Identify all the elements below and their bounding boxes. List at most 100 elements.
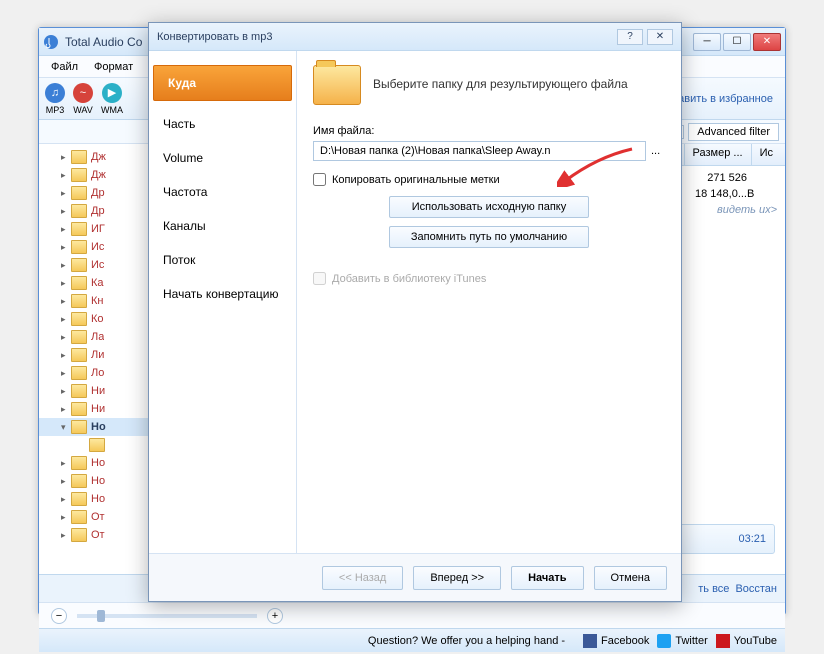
col-size[interactable]: Размер ... <box>684 144 751 165</box>
remember-path-button[interactable]: Запомнить путь по умолчанию <box>389 226 589 248</box>
folder-icon <box>71 222 87 236</box>
dialog-close-button[interactable]: ✕ <box>647 29 673 45</box>
tree-arrow-icon: ▾ <box>61 422 71 433</box>
twitter-icon <box>657 634 671 648</box>
start-button[interactable]: Начать <box>511 566 583 590</box>
social-youtube[interactable]: YouTube <box>716 634 777 648</box>
folder-icon <box>71 474 87 488</box>
dialog-nav-item[interactable]: Начать конвертацию <box>149 277 296 311</box>
menu-format[interactable]: Формат <box>86 58 141 76</box>
zoom-in-button[interactable]: + <box>267 608 283 624</box>
cancel-button[interactable]: Отмена <box>594 566 667 590</box>
dialog-nav-item[interactable]: Часть <box>149 107 296 141</box>
tree-arrow-icon: ▸ <box>61 404 71 415</box>
folder-icon <box>71 510 87 524</box>
restore-link[interactable]: Восстан <box>735 583 777 595</box>
tree-label: Ло <box>91 367 104 379</box>
tree-arrow-icon: ▸ <box>61 476 71 487</box>
back-button[interactable]: << Назад <box>322 566 403 590</box>
dialog-content: Выберите папку для результирующего файла… <box>297 51 681 553</box>
format-wav[interactable]: ~WAV <box>73 83 93 115</box>
social-facebook[interactable]: Facebook <box>583 634 649 648</box>
folder-icon <box>313 65 361 105</box>
folder-icon <box>71 294 87 308</box>
select-all-link[interactable]: ть все <box>698 583 729 595</box>
copy-tags-checkbox[interactable]: Копировать оригинальные метки <box>313 173 665 186</box>
facebook-icon <box>583 634 597 648</box>
zoom-bar: − + <box>39 602 785 628</box>
tree-label: Но <box>91 421 106 433</box>
menu-file[interactable]: Файл <box>43 58 86 76</box>
close-button[interactable]: ✕ <box>753 33 781 51</box>
add-favorite-link[interactable]: авить в избранное <box>672 93 779 105</box>
tree-arrow-icon: ▸ <box>61 386 71 397</box>
maximize-button[interactable]: ☐ <box>723 33 751 51</box>
social-twitter[interactable]: Twitter <box>657 634 707 648</box>
dialog-nav: Куда ЧастьVolumeЧастотаКаналыПотокНачать … <box>149 51 297 553</box>
tree-arrow-icon: ▸ <box>61 314 71 325</box>
tree-label: От <box>91 511 105 523</box>
folder-icon <box>71 312 87 326</box>
help-text: Question? We offer you a helping hand - <box>47 635 575 647</box>
forward-button[interactable]: Вперед >> <box>413 566 501 590</box>
folder-icon <box>71 456 87 470</box>
dialog-header-text: Выберите папку для результирующего файла <box>373 77 628 93</box>
zoom-slider[interactable] <box>77 614 257 618</box>
browse-button[interactable]: ... <box>646 145 665 157</box>
tree-label: Ни <box>91 403 105 415</box>
dialog-title: Конвертировать в mp3 <box>157 31 272 43</box>
format-wma[interactable]: ▶WMA <box>101 83 123 115</box>
tree-arrow-icon: ▸ <box>61 242 71 253</box>
copy-tags-input[interactable] <box>313 173 326 186</box>
folder-icon <box>71 348 87 362</box>
filename-label: Имя файла: <box>313 125 665 137</box>
add-itunes-checkbox: Добавить в библиотеку iTunes <box>313 272 665 285</box>
dialog-nav-item[interactable]: Частота <box>149 175 296 209</box>
tree-arrow-icon: ▸ <box>61 350 71 361</box>
folder-icon <box>71 330 87 344</box>
use-source-folder-button[interactable]: Использовать исходную папку <box>389 196 589 218</box>
folder-icon <box>71 528 87 542</box>
tree-arrow-icon: ▸ <box>61 260 71 271</box>
tree-label: Дж <box>91 169 106 181</box>
player-time: 03:21 <box>738 533 766 545</box>
tree-label: От <box>91 529 105 541</box>
tree-label: Но <box>91 493 105 505</box>
dialog-nav-item[interactable]: Volume <box>149 141 296 175</box>
col-ext[interactable]: Ис <box>751 144 781 165</box>
zoom-out-button[interactable]: − <box>51 608 67 624</box>
folder-icon <box>71 204 87 218</box>
folder-icon <box>71 150 87 164</box>
advanced-filter-button[interactable]: Advanced filter <box>688 123 779 141</box>
filename-input[interactable] <box>313 141 646 161</box>
folder-icon <box>71 240 87 254</box>
folder-icon <box>89 438 105 452</box>
tree-arrow-icon: ▸ <box>61 278 71 289</box>
add-itunes-input <box>313 272 326 285</box>
tree-arrow-icon: ▸ <box>61 530 71 541</box>
tree-arrow-icon: ▸ <box>61 458 71 469</box>
format-mp3[interactable]: ♫MP3 <box>45 83 65 115</box>
dialog-titlebar[interactable]: Конвертировать в mp3 ? ✕ <box>149 23 681 51</box>
folder-icon <box>71 366 87 380</box>
convert-dialog: Конвертировать в mp3 ? ✕ Куда ЧастьVolume… <box>148 22 682 602</box>
youtube-icon <box>716 634 730 648</box>
minimize-button[interactable]: ─ <box>693 33 721 51</box>
dialog-nav-item[interactable]: Куда <box>153 65 292 101</box>
tree-arrow-icon: ▸ <box>61 152 71 163</box>
folder-icon <box>71 276 87 290</box>
folder-icon <box>71 186 87 200</box>
tree-arrow-icon: ▸ <box>61 332 71 343</box>
tree-label: Ко <box>91 313 104 325</box>
dialog-nav-item[interactable]: Каналы <box>149 209 296 243</box>
tree-label: Ла <box>91 331 104 343</box>
dialog-help-button[interactable]: ? <box>617 29 643 45</box>
folder-icon <box>71 420 87 434</box>
tree-label: Др <box>91 205 105 217</box>
tree-label: Ис <box>91 241 104 253</box>
app-icon <box>43 34 59 50</box>
tree-label: Кн <box>91 295 103 307</box>
folder-icon <box>71 402 87 416</box>
tree-arrow-icon: ▸ <box>61 368 71 379</box>
dialog-nav-item[interactable]: Поток <box>149 243 296 277</box>
